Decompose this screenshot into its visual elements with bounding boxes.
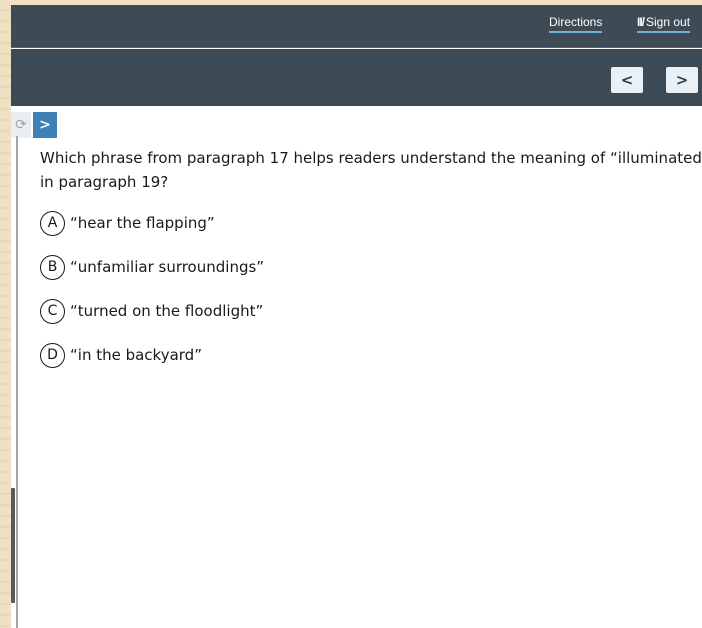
- sign-out-label: Sign out: [646, 15, 691, 29]
- test-app-window: Directions II/Sign out < > ⟳ > Which phr…: [11, 5, 702, 628]
- top-header-bar: Directions II/Sign out: [11, 5, 702, 48]
- question-nav-bar: < >: [11, 49, 702, 106]
- previous-button[interactable]: <: [611, 67, 643, 93]
- chevron-right-icon: >: [675, 71, 689, 89]
- question-stem: Which phrase from paragraph 17 helps rea…: [40, 149, 702, 191]
- question-panel: ⟳ > Which phrase from paragraph 17 helps…: [11, 106, 702, 628]
- chevron-left-icon: <: [620, 71, 634, 89]
- desk-background: [0, 0, 11, 628]
- chevron-right-icon: >: [39, 117, 51, 133]
- answer-option-a[interactable]: A “hear the flapping”: [40, 209, 264, 237]
- pause-icon: II/: [637, 15, 645, 29]
- sign-out-link[interactable]: II/Sign out: [637, 15, 691, 33]
- next-button[interactable]: >: [666, 67, 698, 93]
- directions-link[interactable]: Directions: [549, 15, 603, 33]
- option-text: “in the backyard”: [70, 346, 202, 364]
- answer-option-b[interactable]: B “unfamiliar surroundings”: [40, 253, 264, 281]
- option-letter-circle: A: [40, 210, 65, 236]
- option-letter-circle: D: [40, 342, 65, 368]
- option-letter-circle: C: [40, 298, 65, 324]
- option-text: “unfamiliar surroundings”: [70, 258, 265, 276]
- answer-options: A “hear the flapping” B “unfamiliar surr…: [40, 209, 264, 385]
- answer-option-c[interactable]: C “turned on the floodlight”: [40, 297, 264, 325]
- refresh-icon[interactable]: ⟳: [11, 112, 31, 138]
- expand-panel-button[interactable]: >: [33, 112, 57, 138]
- answer-option-d[interactable]: D “in the backyard”: [40, 341, 264, 369]
- panel-divider: [16, 136, 18, 628]
- resize-handle[interactable]: [11, 488, 15, 603]
- panel-toolbar: ⟳ >: [11, 108, 71, 138]
- option-text: “turned on the floodlight”: [70, 302, 264, 320]
- option-text: “hear the flapping”: [70, 214, 215, 232]
- option-letter-circle: B: [40, 254, 65, 280]
